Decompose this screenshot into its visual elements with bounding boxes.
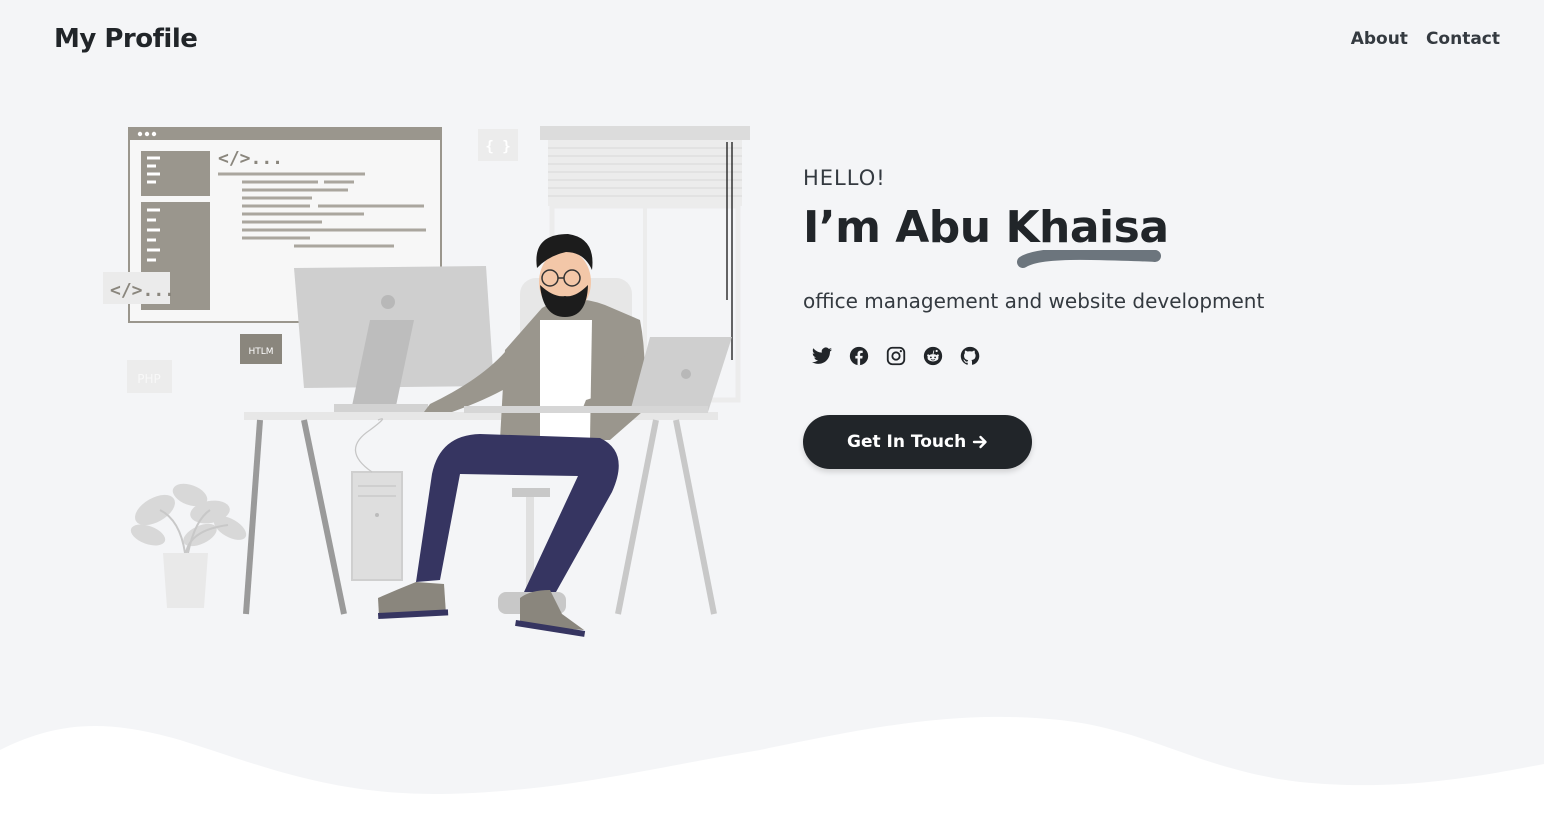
name-wrap: I’m Abu Khaisa [803,202,1169,268]
instagram-icon [886,346,906,366]
facebook-link[interactable] [848,345,870,367]
htlm-text: HTLM [248,347,273,357]
instagram-link[interactable] [885,345,907,367]
pc-tower [351,418,403,581]
developer-illustration: { } </>... </>... HTLM PHP [103,126,750,637]
reddit-link[interactable] [922,345,944,367]
greeting: HELLO! [803,166,886,190]
name-underline-swoosh [1017,250,1161,268]
hero-subtitle: office management and website developmen… [803,289,1265,313]
get-in-touch-button[interactable]: Get In Touch [803,415,1033,469]
nav-link-about[interactable]: About [1351,29,1408,49]
navbar: My Profile About Contact [0,0,1544,78]
code-tag-text: </>... [218,148,283,169]
twitter-icon [811,347,833,364]
arrow-right-icon [972,435,987,449]
plant [130,483,247,608]
github-link[interactable] [959,345,981,367]
nav-link-contact[interactable]: Contact [1426,29,1500,49]
brand-link[interactable]: My Profile [54,24,198,54]
php-text: PHP [137,372,161,386]
hero-text: HELLO! I’m Abu Khaisa office management … [803,166,1443,469]
twitter-link[interactable] [811,345,833,367]
get-in-touch-label: Get In Touch [847,432,967,452]
side-code-text: </>... [110,280,175,301]
braces-text: { } [485,139,510,155]
social-links [811,345,1443,367]
hero-name: I’m Abu Khaisa [803,202,1169,253]
nav-links: About Contact [1351,29,1500,49]
github-icon [960,346,980,365]
bottom-wave [0,716,1544,830]
facebook-icon [849,346,869,366]
reddit-icon [923,346,943,366]
